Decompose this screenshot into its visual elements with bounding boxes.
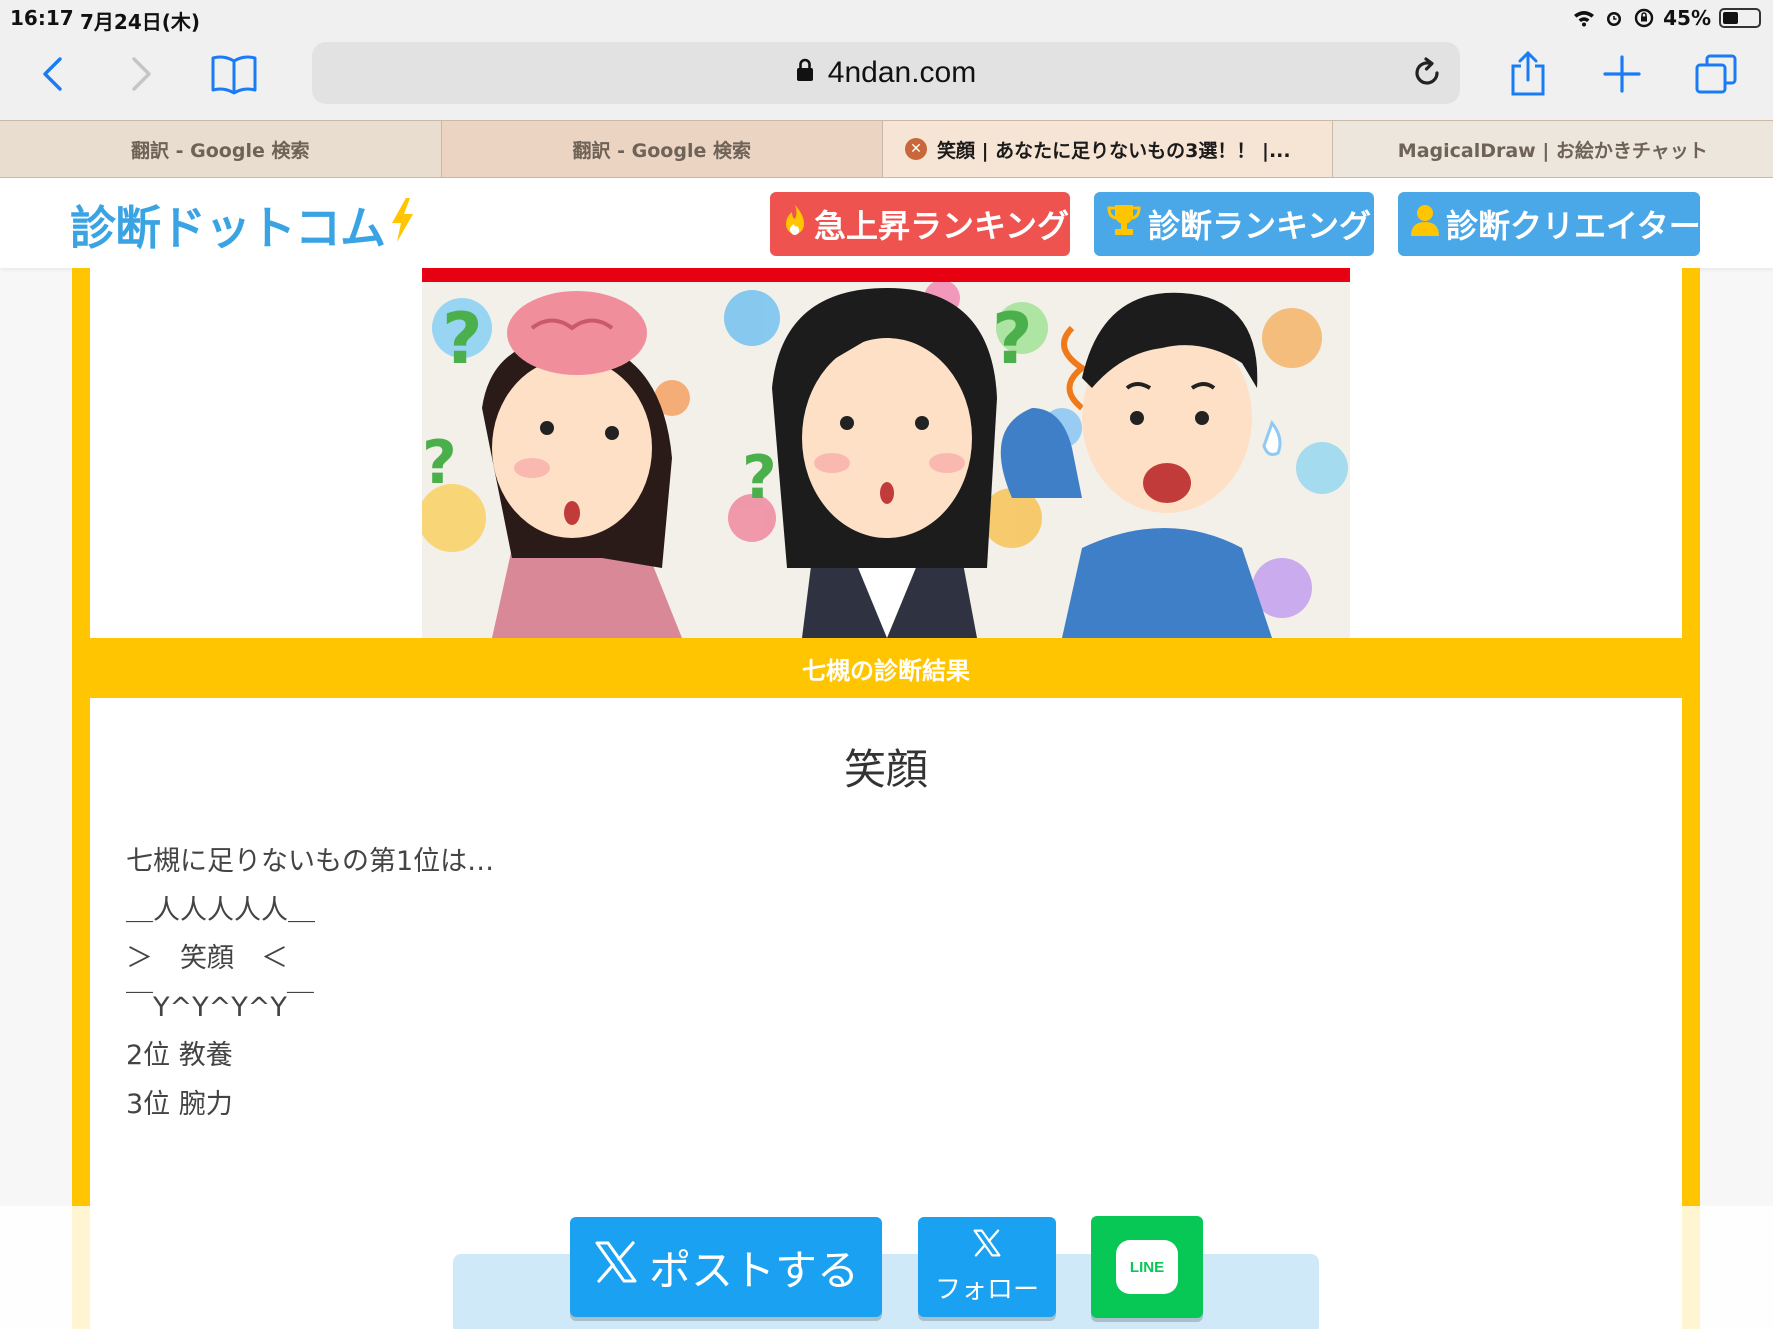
alarm-icon: [1603, 8, 1625, 28]
flame-icon: [782, 203, 808, 245]
forward-button[interactable]: [112, 48, 172, 100]
status-time: 16:17: [10, 6, 74, 30]
svg-text:?: ?: [422, 428, 457, 498]
tab-label: 笑顔 | あなたに足りないもの3選！！ |...: [937, 139, 1291, 162]
back-button[interactable]: [22, 48, 82, 100]
result-band-label: 七槻の診断結果: [802, 656, 970, 685]
svg-text:?: ?: [992, 298, 1033, 380]
status-indicators: 45%: [1573, 6, 1761, 30]
svg-text:?: ?: [442, 298, 483, 380]
result-line: 3位 腕力: [126, 1088, 233, 1120]
new-tab-button[interactable]: [1592, 48, 1652, 100]
result-line: ＞ 笑顔 ＜: [126, 943, 288, 974]
tab-label: 翻訳 - Google 検索: [572, 139, 751, 162]
tab-label: 翻訳 - Google 検索: [131, 139, 310, 162]
rotation-lock-icon: [1633, 8, 1655, 28]
tab-strip: 翻訳 - Google 検索 翻訳 - Google 検索 ✕ 笑顔 | あなた…: [0, 120, 1773, 178]
trophy-icon: [1106, 203, 1142, 245]
result-title: 笑顔: [843, 745, 928, 794]
user-icon: [1410, 203, 1440, 245]
ranking-button[interactable]: 診断ランキング: [1094, 192, 1374, 256]
ranking-label: 診断ランキング: [1148, 207, 1372, 245]
battery-level: [1723, 12, 1738, 24]
status-date: 7月24日(木): [80, 10, 201, 34]
result-card: ? ? ? ? 七槻の診断結果 笑顔 七槻に足りないもの第1位は… ＿人人人人人…: [72, 268, 1700, 1329]
tab-google-translate-1[interactable]: 翻訳 - Google 検索: [0, 121, 442, 177]
svg-text:?: ?: [742, 443, 777, 513]
x-follow-label: フォロー: [934, 1275, 1039, 1305]
x-logo-icon: [593, 1239, 639, 1295]
hot-ranking-label: 急上昇ランキング: [814, 207, 1070, 245]
url-text: 4ndan.com: [827, 56, 977, 89]
tab-active-diagnosis[interactable]: ✕ 笑顔 | あなたに足りないもの3選！！ |...: [883, 121, 1333, 177]
tab-google-translate-2[interactable]: 翻訳 - Google 検索: [441, 121, 883, 177]
battery-percent: 45%: [1663, 6, 1711, 30]
site-logo[interactable]: 診断ドットコム: [70, 192, 415, 258]
status-bar: 16:17 7月24日(木) 45%: [0, 0, 1773, 36]
result-band: 七槻の診断結果: [72, 638, 1700, 698]
result-line: ￣Y^Y^Y^Y￣: [126, 991, 314, 1023]
creator-label: 診断クリエイター: [1446, 207, 1701, 245]
tab-magicaldraw[interactable]: MagicalDraw | お絵かきチャット: [1332, 121, 1773, 177]
x-logo-icon: [972, 1228, 1002, 1265]
battery-icon: [1719, 8, 1761, 28]
logo-text: 診断ドットコム: [70, 201, 386, 255]
screen: 16:17 7月24日(木) 45% 4ndan.com 翻訳 - Google…: [0, 0, 1773, 1329]
lightning-icon: [389, 197, 415, 254]
x-follow-button[interactable]: フォロー: [918, 1217, 1056, 1317]
site-header: 診断ドットコム 急上昇ランキング 診断ランキング 診断クリエイター: [0, 178, 1773, 268]
hero-illustration: ? ? ? ?: [422, 268, 1350, 638]
lock-icon: [796, 56, 814, 90]
wifi-icon: [1573, 8, 1595, 28]
hot-ranking-button[interactable]: 急上昇ランキング: [770, 192, 1070, 256]
result-body: 七槻に足りないもの第1位は… ＿人人人人人＿ ＞ 笑顔 ＜ ￣Y^Y^Y^Y￣ …: [126, 838, 494, 1129]
result-line: 2位 教養: [126, 1040, 233, 1071]
close-tab-icon[interactable]: ✕: [905, 138, 927, 160]
address-bar[interactable]: 4ndan.com: [312, 42, 1460, 104]
line-logo-icon: LINE: [1116, 1240, 1178, 1294]
line-logo-text: LINE: [1129, 1258, 1165, 1276]
x-post-label: ポストする: [648, 1245, 859, 1295]
bookmarks-button[interactable]: [204, 48, 264, 100]
line-share-button[interactable]: LINE: [1091, 1216, 1203, 1318]
creator-button[interactable]: 診断クリエイター: [1398, 192, 1701, 256]
tabs-overview-button[interactable]: [1686, 48, 1746, 100]
x-post-button[interactable]: ポストする: [570, 1217, 882, 1317]
share-button[interactable]: [1498, 48, 1558, 100]
browser-toolbar: 4ndan.com: [0, 36, 1773, 120]
result-line: ＿人人人人人＿: [126, 894, 315, 926]
reload-button[interactable]: [1408, 54, 1446, 92]
tab-label: MagicalDraw | お絵かきチャット: [1397, 139, 1708, 162]
result-line: 七槻に足りないもの第1位は…: [126, 846, 495, 877]
hero-top-strip: [422, 268, 1350, 282]
